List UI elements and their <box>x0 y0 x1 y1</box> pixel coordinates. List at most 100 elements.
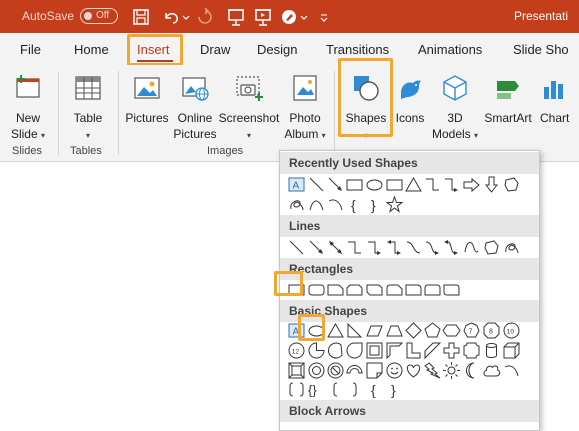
no-symbol-shape[interactable] <box>326 361 345 380</box>
round-diagonal-rectangle-shape[interactable] <box>442 280 461 299</box>
arc-shape[interactable] <box>326 195 345 214</box>
rectangle-shape[interactable] <box>287 280 306 299</box>
smartart-button[interactable]: SmartArt <box>482 73 534 126</box>
right-triangle-shape[interactable] <box>345 321 364 340</box>
table-button[interactable]: Table ▾ <box>68 73 108 144</box>
cube-shape[interactable] <box>502 341 521 360</box>
elbow-arrow-connector-shape[interactable] <box>365 238 384 257</box>
tab-draw[interactable]: Draw <box>200 42 230 57</box>
heptagon-shape[interactable]: 7 <box>462 321 481 340</box>
heart-shape[interactable] <box>404 361 423 380</box>
right-brace-shape[interactable]: } <box>385 380 404 399</box>
tab-home[interactable]: Home <box>74 42 109 57</box>
left-brace-shape[interactable]: { <box>345 195 364 214</box>
bevel-shape[interactable] <box>287 361 306 380</box>
can-shape[interactable] <box>482 341 501 360</box>
oval-shape[interactable] <box>365 175 384 194</box>
double-bracket-shape[interactable] <box>287 380 306 399</box>
arrow-line-shape[interactable] <box>326 175 345 194</box>
line-shape[interactable] <box>287 238 306 257</box>
snip-round-rectangle-shape[interactable] <box>385 280 404 299</box>
pictures-button[interactable]: Pictures <box>124 73 170 126</box>
isosceles-triangle-shape[interactable] <box>326 321 345 340</box>
smiley-face-shape[interactable] <box>385 361 404 380</box>
undo-icon[interactable] <box>161 7 181 27</box>
3d-models-button[interactable]: 3D Models ▾ <box>430 73 480 144</box>
rectangle-shape[interactable] <box>345 175 364 194</box>
curved-connector-shape[interactable] <box>404 238 423 257</box>
sun-shape[interactable] <box>442 361 461 380</box>
rounded-rectangle-shape[interactable] <box>307 280 326 299</box>
donut-shape[interactable] <box>307 361 326 380</box>
slideshow-icon[interactable] <box>253 7 273 27</box>
undo-dropdown-icon[interactable] <box>181 7 191 27</box>
moon-shape[interactable] <box>462 361 481 380</box>
pentagon-shape[interactable] <box>423 321 442 340</box>
double-arrow-line-shape[interactable] <box>326 238 345 257</box>
scribble-shape[interactable] <box>502 238 521 257</box>
frame-shape[interactable] <box>365 341 384 360</box>
online-pictures-button[interactable]: Online Pictures <box>172 73 218 142</box>
star-shape[interactable] <box>385 195 404 214</box>
tab-design[interactable]: Design <box>257 42 297 57</box>
left-bracket-shape[interactable] <box>326 380 345 399</box>
hexagon-shape[interactable] <box>442 321 461 340</box>
autosave-toggle[interactable]: Off <box>80 8 118 24</box>
round-single-corner-rectangle-shape[interactable] <box>404 280 423 299</box>
snip-same-side-rectangle-shape[interactable] <box>345 280 364 299</box>
icons-button[interactable]: Icons <box>392 73 428 126</box>
plus-shape[interactable] <box>442 341 461 360</box>
snip-diagonal-rectangle-shape[interactable] <box>365 280 384 299</box>
customize-toolbar-icon[interactable] <box>319 7 329 27</box>
right-arrow-shape[interactable] <box>462 175 481 194</box>
line-shape[interactable] <box>307 175 326 194</box>
down-arrow-shape[interactable] <box>482 175 501 194</box>
diamond-shape[interactable] <box>404 321 423 340</box>
lightning-bolt-shape[interactable] <box>423 361 442 380</box>
pen-icon[interactable] <box>279 7 299 27</box>
elbow-connector-shape[interactable] <box>423 175 442 194</box>
dodecagon-shape[interactable]: 12 <box>287 341 306 360</box>
double-brace-shape[interactable]: {} <box>307 380 326 399</box>
photo-album-button[interactable]: Photo Album ▾ <box>281 73 329 144</box>
screenshot-button[interactable]: Screenshot ▾ <box>218 73 280 144</box>
tab-animations[interactable]: Animations <box>418 42 482 57</box>
right-brace-shape[interactable]: } <box>365 195 384 214</box>
freeform-shape[interactable] <box>502 175 521 194</box>
snip-single-corner-rectangle-shape[interactable] <box>326 280 345 299</box>
curve-shape[interactable] <box>462 238 481 257</box>
triangle-shape[interactable] <box>404 175 423 194</box>
shapes-button[interactable]: Shapes ▾ <box>342 73 390 144</box>
tab-slide-show[interactable]: Slide Sho <box>513 42 569 57</box>
text-box-shape[interactable]: A <box>287 175 306 194</box>
arc-shape[interactable] <box>502 361 521 380</box>
round-same-side-rectangle-shape[interactable] <box>423 280 442 299</box>
presenter-icon[interactable] <box>226 7 246 27</box>
octagon-shape[interactable]: 8 <box>482 321 501 340</box>
curved-arrow-connector-shape[interactable] <box>423 238 442 257</box>
teardrop-shape[interactable] <box>345 341 364 360</box>
redo-icon[interactable] <box>195 7 215 27</box>
left-brace-shape[interactable]: { <box>365 380 384 399</box>
pie-shape[interactable] <box>307 341 326 360</box>
save-icon[interactable] <box>131 7 151 27</box>
cloud-shape[interactable] <box>482 361 501 380</box>
text-box-shape[interactable]: A <box>287 321 306 340</box>
half-frame-shape[interactable] <box>385 341 404 360</box>
elbow-connector-shape[interactable] <box>345 238 364 257</box>
elbow-arrow-connector-shape[interactable] <box>442 175 461 194</box>
freeform-shape[interactable] <box>482 238 501 257</box>
curved-connector-shape[interactable] <box>307 195 326 214</box>
tab-transitions[interactable]: Transitions <box>326 42 389 57</box>
parallelogram-shape[interactable] <box>365 321 384 340</box>
arrow-line-shape[interactable] <box>307 238 326 257</box>
rectangle-shape[interactable] <box>385 175 404 194</box>
folded-corner-shape[interactable] <box>365 361 384 380</box>
l-shape[interactable] <box>404 341 423 360</box>
trapezoid-shape[interactable] <box>385 321 404 340</box>
block-arc-shape[interactable] <box>345 361 364 380</box>
right-bracket-shape[interactable] <box>345 380 364 399</box>
scribble-shape[interactable] <box>287 195 306 214</box>
new-slide-button[interactable]: New Slide ▾ <box>8 73 48 144</box>
elbow-double-arrow-connector-shape[interactable] <box>385 238 404 257</box>
